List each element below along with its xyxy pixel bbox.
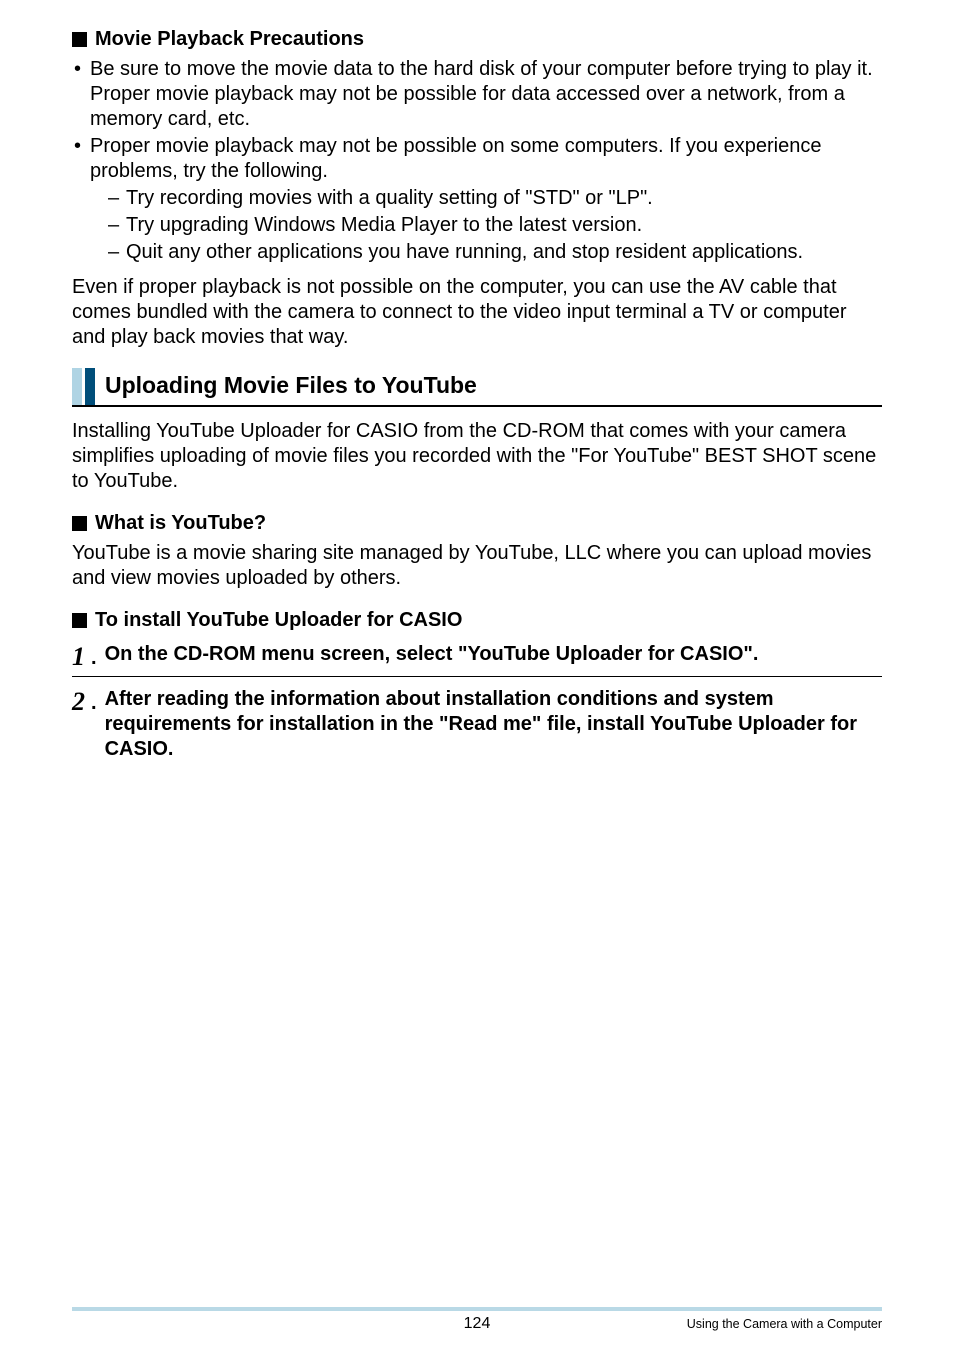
list-text: Proper movie playback may not be possibl… [90, 135, 821, 182]
heading-to-install: To install YouTube Uploader for CASIO [72, 609, 882, 632]
precautions-list: Be sure to move the movie data to the ha… [72, 57, 882, 265]
step-separator [72, 676, 882, 677]
list-item: Be sure to move the movie data to the ha… [72, 57, 882, 132]
heading-bar-icon [85, 368, 95, 405]
step-text: After reading the information about inst… [105, 687, 882, 762]
heading-bar-icon [72, 368, 82, 405]
paragraph-even-if: Even if proper playback is not possible … [72, 275, 882, 350]
paragraph-installing: Installing YouTube Uploader for CASIO fr… [72, 419, 882, 494]
section-heading-uploading: Uploading Movie Files to YouTube [72, 368, 882, 407]
paragraph-youtube-is: YouTube is a movie sharing site managed … [72, 541, 882, 591]
step-number: 2 [72, 687, 85, 715]
step-dot: . [91, 642, 97, 668]
list-text: Be sure to move the movie data to the ha… [90, 58, 873, 130]
step-dot: . [91, 687, 97, 713]
square-bullet-icon [72, 32, 87, 47]
step-text: On the CD-ROM menu screen, select "YouTu… [105, 642, 882, 667]
heading-movie-precautions: Movie Playback Precautions [72, 28, 882, 51]
list-item: Try upgrading Windows Media Player to th… [90, 213, 882, 238]
square-bullet-icon [72, 516, 87, 531]
step-number: 1 [72, 642, 85, 670]
list-text: Try upgrading Windows Media Player to th… [126, 214, 642, 236]
heading-text: What is YouTube? [95, 512, 266, 535]
heading-text: Movie Playback Precautions [95, 28, 364, 51]
step-1: 1 . On the CD-ROM menu screen, select "Y… [72, 642, 882, 670]
sub-list: Try recording movies with a quality sett… [90, 186, 882, 265]
list-item: Proper movie playback may not be possibl… [72, 134, 882, 265]
square-bullet-icon [72, 613, 87, 628]
page-footer: 124 Using the Camera with a Computer [72, 1307, 882, 1331]
heading-what-is-youtube: What is YouTube? [72, 512, 882, 535]
list-item: Quit any other applications you have run… [90, 240, 882, 265]
list-text: Quit any other applications you have run… [126, 241, 803, 263]
step-2: 2 . After reading the information about … [72, 687, 882, 762]
heading-text: To install YouTube Uploader for CASIO [95, 609, 462, 632]
list-item: Try recording movies with a quality sett… [90, 186, 882, 211]
page-content: Movie Playback Precautions Be sure to mo… [0, 0, 954, 762]
page-number: 124 [72, 1315, 882, 1333]
list-text: Try recording movies with a quality sett… [126, 187, 653, 209]
section-title: Uploading Movie Files to YouTube [105, 368, 477, 405]
